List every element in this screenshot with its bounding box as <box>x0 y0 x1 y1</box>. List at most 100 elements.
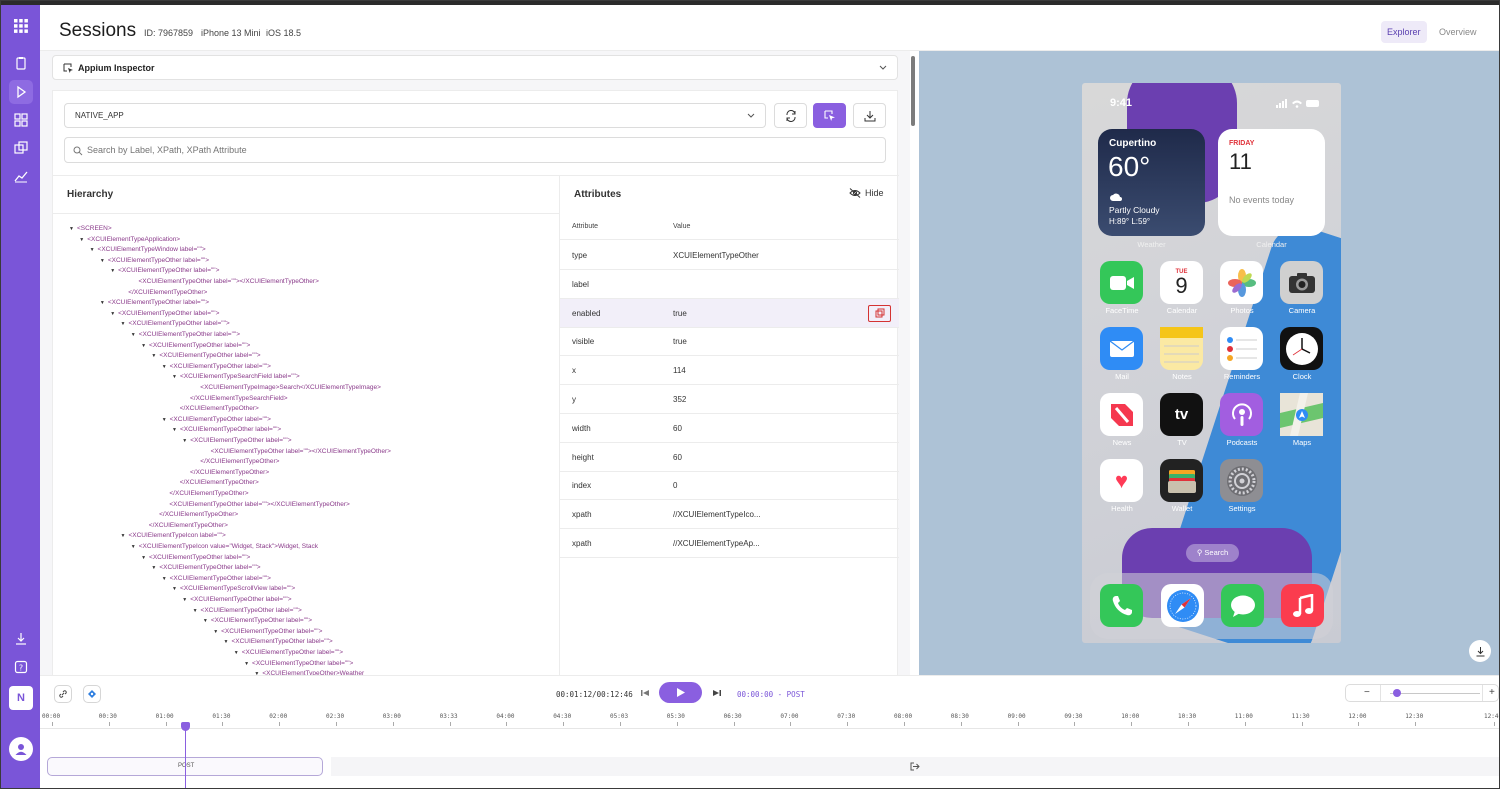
caret-down-icon[interactable]: ▼ <box>90 247 95 253</box>
camera-icon[interactable] <box>1280 261 1323 304</box>
attribute-row[interactable]: width 60 <box>560 414 899 443</box>
attribute-row[interactable]: label <box>560 270 899 299</box>
attribute-row[interactable]: y 352 <box>560 385 899 414</box>
caret-down-icon[interactable]: ▼ <box>121 533 126 539</box>
hierarchy-node[interactable]: ▼ <XCUIElementTypeOther label=""> <box>131 331 240 339</box>
music-icon[interactable] <box>1281 584 1324 627</box>
skip-back-icon[interactable] <box>641 689 649 697</box>
playhead-handle[interactable] <box>181 722 190 731</box>
caret-down-icon[interactable]: ▼ <box>182 438 187 444</box>
hierarchy-node[interactable]: <XCUIElementTypeOther label=""></XCUIEle… <box>139 278 319 286</box>
zoom-slider-track[interactable] <box>1390 693 1480 694</box>
hierarchy-node[interactable]: ▼ <XCUIElementTypeWindow label=""> <box>90 246 206 254</box>
caret-down-icon[interactable]: ▼ <box>79 237 84 243</box>
clipboard-icon[interactable] <box>9 51 33 75</box>
caret-down-icon[interactable]: ▼ <box>121 321 126 327</box>
caret-down-icon[interactable]: ▼ <box>244 661 249 667</box>
caret-down-icon[interactable]: ▼ <box>151 565 156 571</box>
hierarchy-node[interactable]: </XCUIElementTypeSearchField> <box>190 395 288 403</box>
hierarchy-node[interactable]: ▼ <XCUIElementTypeOther label=""> <box>182 596 291 604</box>
hierarchy-node[interactable]: ▼ <XCUIElementTypeOther label=""> <box>141 342 250 350</box>
hierarchy-node[interactable]: ▼ <XCUIElementTypeOther label=""> <box>172 426 281 434</box>
hierarchy-node[interactable]: ▼ <XCUIElementTypeScrollView label=""> <box>172 585 295 593</box>
caret-down-icon[interactable]: ▼ <box>131 332 136 338</box>
attribute-row[interactable]: xpath //XCUIElementTypeIco... <box>560 500 899 530</box>
hierarchy-node[interactable]: ▼ <XCUIElementTypeOther label=""> <box>151 352 260 360</box>
caret-down-icon[interactable]: ▼ <box>131 544 136 550</box>
analytics-icon[interactable] <box>9 164 33 188</box>
attribute-row[interactable]: visible true <box>560 327 899 357</box>
hierarchy-node[interactable]: ▼ <XCUIElementTypeApplication> <box>79 236 180 244</box>
panel-scrollbar[interactable] <box>911 56 915 126</box>
inspector-dropdown[interactable]: Appium Inspector <box>52 55 898 80</box>
select-element-button[interactable] <box>813 103 846 128</box>
weather-widget[interactable]: Cupertino 60° Partly Cloudy H:89° L:59° <box>1098 129 1205 236</box>
caret-down-icon[interactable]: ▼ <box>172 427 177 433</box>
caret-down-icon[interactable]: ▼ <box>172 586 177 592</box>
help-icon[interactable]: ? <box>9 655 33 679</box>
caret-down-icon[interactable]: ▼ <box>162 364 167 370</box>
user-avatar-icon[interactable] <box>9 737 33 761</box>
caret-down-icon[interactable]: ▼ <box>141 555 146 561</box>
tab-overview[interactable]: Overview <box>1433 21 1483 43</box>
caret-down-icon[interactable]: ▼ <box>172 374 177 380</box>
hierarchy-node[interactable]: ▼ <XCUIElementTypeOther label=""> <box>162 575 271 583</box>
caret-down-icon[interactable]: ▼ <box>224 639 229 645</box>
hierarchy-node[interactable]: ▼ <XCUIElementTypeOther label=""> <box>100 299 209 307</box>
search-bar[interactable] <box>64 137 886 163</box>
health-icon[interactable]: ♥ <box>1100 459 1143 502</box>
phone-icon[interactable] <box>1100 584 1143 627</box>
facetime-icon[interactable] <box>1100 261 1143 304</box>
caret-down-icon[interactable]: ▼ <box>69 226 74 232</box>
caret-down-icon[interactable]: ▼ <box>141 343 146 349</box>
track-empty[interactable] <box>331 757 1499 776</box>
wallet-icon[interactable] <box>1160 459 1203 502</box>
download-screenshot-button[interactable] <box>1469 640 1491 662</box>
clock-icon[interactable] <box>1280 327 1323 370</box>
hierarchy-node[interactable]: ▼ <XCUIElementTypeOther label=""> <box>244 660 353 668</box>
hierarchy-node[interactable]: ▼ <XCUIElementTypeOther label=""> <box>121 320 230 328</box>
hierarchy-node[interactable]: </XCUIElementTypeOther> <box>149 522 228 530</box>
tab-explorer[interactable]: Explorer <box>1381 21 1427 43</box>
workspace-avatar[interactable]: N <box>9 686 33 710</box>
play-sessions-icon[interactable] <box>9 80 33 104</box>
caret-down-icon[interactable]: ▼ <box>100 258 105 264</box>
copy-value-button[interactable] <box>868 304 891 322</box>
hierarchy-node[interactable]: <XCUIElementTypeOther label=""></XCUIEle… <box>211 448 391 456</box>
refresh-button[interactable] <box>774 103 807 128</box>
zoom-out-button[interactable]: − <box>1364 687 1370 698</box>
search-input[interactable] <box>87 143 867 157</box>
hierarchy-node[interactable]: ▼ <XCUIElementTypeSearchField label=""> <box>172 373 300 381</box>
calendar-icon[interactable]: TUE 9 <box>1160 261 1203 304</box>
hierarchy-node[interactable]: ▼ <XCUIElementTypeOther label=""> <box>110 310 219 318</box>
context-select[interactable]: NATIVE_APP <box>64 103 766 128</box>
copy-icon[interactable] <box>9 136 33 160</box>
tv-icon[interactable]: tv <box>1160 393 1203 436</box>
time-ruler[interactable]: 00:00 00:30 01:00 01:30 02:00 02:30 03:00 03:33… <box>40 709 1499 729</box>
caret-down-icon[interactable]: ▼ <box>182 597 187 603</box>
hierarchy-node[interactable]: ▼ <XCUIElementTypeOther label=""> <box>182 437 291 445</box>
hierarchy-node[interactable]: </XCUIElementTypeOther> <box>180 405 259 413</box>
playhead[interactable] <box>185 725 186 788</box>
podcasts-icon[interactable] <box>1220 393 1263 436</box>
notes-icon[interactable] <box>1160 327 1203 370</box>
hierarchy-node[interactable]: ▼ <XCUIElementTypeOther label=""> <box>234 649 343 657</box>
attribute-row[interactable]: height 60 <box>560 443 899 472</box>
hierarchy-node[interactable]: ▼ <XCUIElementTypeOther label=""> <box>141 554 250 562</box>
caret-down-icon[interactable]: ▼ <box>193 608 198 614</box>
attribute-row[interactable]: type XCUIElementTypeOther <box>560 241 899 270</box>
hierarchy-node[interactable]: <XCUIElementTypeImage>Search</XCUIElemen… <box>200 384 381 392</box>
messages-icon[interactable] <box>1221 584 1264 627</box>
caret-down-icon[interactable]: ▼ <box>213 629 218 635</box>
link-button[interactable] <box>54 685 72 703</box>
hierarchy-node[interactable]: <XCUIElementTypeOther label=""></XCUIEle… <box>169 501 349 509</box>
settings-icon[interactable] <box>1220 459 1263 502</box>
hierarchy-node[interactable]: </XCUIElementTypeOther> <box>169 490 248 498</box>
skip-forward-icon[interactable] <box>713 689 721 697</box>
hierarchy-node[interactable]: ▼ <XCUIElementTypeOther label=""> <box>162 416 271 424</box>
caret-down-icon[interactable]: ▼ <box>162 576 167 582</box>
photos-icon[interactable] <box>1220 261 1263 304</box>
hierarchy-node[interactable]: ▼ <SCREEN> <box>69 225 112 233</box>
attribute-row[interactable]: x 114 <box>560 356 899 386</box>
hierarchy-node[interactable]: ▼ <XCUIElementTypeOther label=""> <box>193 607 302 615</box>
